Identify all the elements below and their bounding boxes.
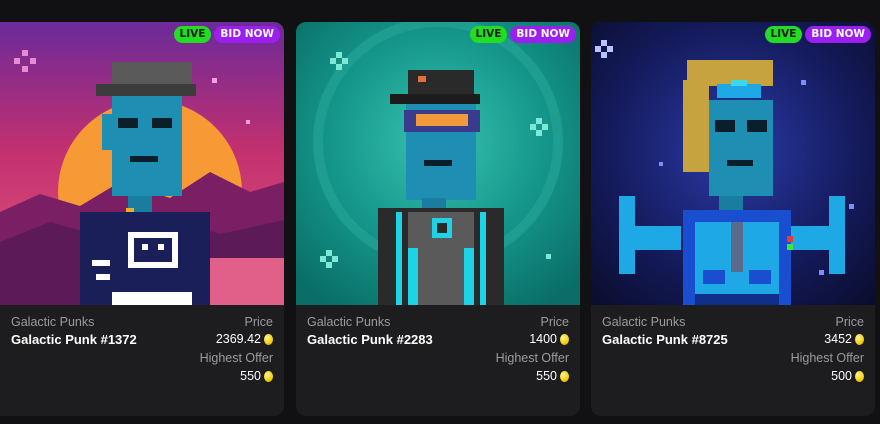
nft-title[interactable]: Galactic Punk #8725 [602,332,728,347]
price-value: 3452 [824,332,864,346]
live-badge: LIVE [173,26,212,43]
price-label: Price [835,315,864,329]
price-value: 1400 [529,332,569,346]
live-badge: LIVE [764,26,803,43]
coin-icon [560,333,569,345]
offer-amount: 550 [240,369,261,383]
highest-offer-value: 550 [240,369,273,383]
price-amount: 1400 [529,332,557,346]
bid-now-badge[interactable]: BID NOW [805,26,871,43]
coin-icon [560,370,569,382]
bid-now-badge[interactable]: BID NOW [214,26,280,43]
nft-artwork[interactable] [296,22,580,305]
nft-artwork[interactable] [0,22,284,305]
punk-image-space [591,22,875,305]
price-label: Price [244,315,273,329]
nft-card[interactable]: LIVE BID NOW Galactic Punks Galactic Pun… [0,22,284,416]
price-label: Price [540,315,569,329]
nft-title[interactable]: Galactic Punk #2283 [307,332,433,347]
highest-offer-label: Highest Offer [199,351,273,365]
highest-offer-label: Highest Offer [790,351,864,365]
punk-image-sunset [0,22,284,305]
collection-name: Galactic Punks [602,315,686,329]
collection-name: Galactic Punks [11,315,95,329]
nft-title[interactable]: Galactic Punk #1372 [11,332,137,347]
nft-artwork[interactable] [591,22,875,305]
price-amount: 2369.42 [215,332,261,346]
price-value: 2369.42 [216,332,273,346]
live-badge: LIVE [469,26,508,43]
offer-amount: 500 [831,369,852,383]
status-badges: LIVE BID NOW [173,26,280,43]
highest-offer-value: 550 [536,369,569,383]
status-badges: LIVE BID NOW [764,26,871,43]
nft-card[interactable]: LIVE BID NOW Galactic Punks Galactic Pun… [591,22,875,416]
coin-icon [264,370,273,382]
card-info: Galactic Punks Galactic Punk #1372 Price… [0,305,284,416]
coin-icon [855,333,864,345]
price-amount: 3452 [824,332,852,346]
coin-icon [264,333,273,345]
offer-amount: 550 [536,369,557,383]
nft-card[interactable]: LIVE BID NOW Galactic Punks Galactic Pun… [296,22,580,416]
highest-offer-label: Highest Offer [495,351,569,365]
punk-image-teal [296,22,580,305]
coin-icon [855,370,864,382]
status-badges: LIVE BID NOW [469,26,576,43]
collection-name: Galactic Punks [307,315,391,329]
card-info: Galactic Punks Galactic Punk #2283 Price… [296,305,580,416]
bid-now-badge[interactable]: BID NOW [510,26,576,43]
card-info: Galactic Punks Galactic Punk #8725 Price… [591,305,875,416]
highest-offer-value: 500 [831,369,864,383]
